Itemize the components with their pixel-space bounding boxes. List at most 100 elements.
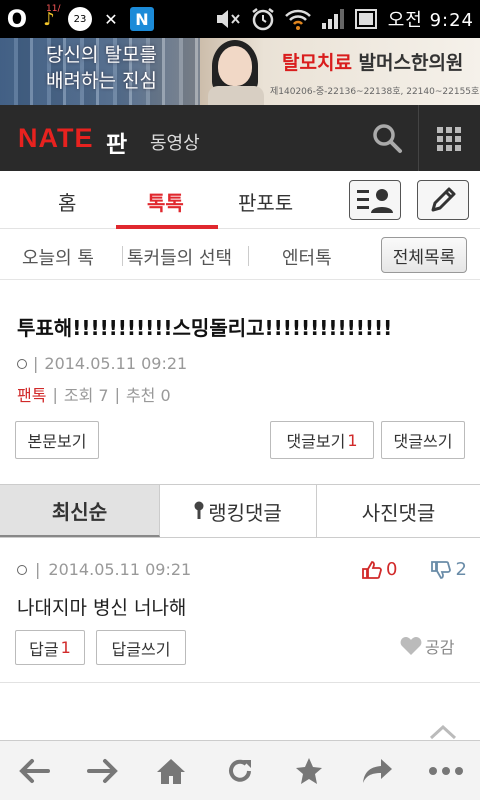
subnav-separator bbox=[122, 246, 123, 266]
post-views: 조회 7 bbox=[63, 386, 109, 405]
empathy-button[interactable]: 공감 bbox=[400, 634, 454, 658]
post-datetime: 2014.05.11 09:21 bbox=[44, 354, 188, 373]
author-circle-icon bbox=[17, 358, 27, 369]
home-icon bbox=[157, 758, 186, 784]
ad-person-image bbox=[200, 40, 270, 105]
back-button[interactable] bbox=[12, 749, 56, 793]
wifi-icon bbox=[284, 9, 311, 30]
my-page-button[interactable] bbox=[349, 180, 401, 220]
view-comments-button[interactable]: 댓글보기 1 bbox=[270, 421, 374, 459]
view-body-button[interactable]: 본문보기 bbox=[15, 421, 99, 459]
pin-icon bbox=[194, 501, 204, 519]
ad-clinic: 발머스한의원 bbox=[351, 52, 464, 74]
note-badge: 11/ bbox=[46, 4, 61, 14]
naver-icon: N bbox=[130, 7, 154, 31]
ad-banner[interactable]: 당신의 탈모를 배려하는 진심 탈모치료 발머스한의원 제140206-중-22… bbox=[0, 38, 480, 105]
subnav-enter-talk[interactable]: 엔터톡 bbox=[282, 244, 332, 270]
share-button[interactable] bbox=[355, 749, 399, 793]
bookmark-star-icon bbox=[295, 757, 322, 784]
commenter-circle-icon bbox=[17, 564, 27, 575]
comment-votes: 0 2 bbox=[362, 559, 467, 580]
post-title: 투표해!!!!!!!!!!!스밍돌리고!!!!!!!!!!!!!! bbox=[17, 316, 393, 340]
pencil-icon bbox=[431, 187, 456, 212]
reply-count: 1 bbox=[60, 638, 71, 657]
write-post-button[interactable] bbox=[417, 180, 469, 220]
nate-logo[interactable]: NATE bbox=[18, 123, 94, 154]
ad-hair-treatment: 탈모치료 bbox=[282, 52, 352, 74]
refresh-icon bbox=[229, 759, 251, 782]
scroll-top-icon[interactable] bbox=[428, 724, 458, 740]
active-tab-indicator bbox=[116, 225, 218, 229]
meta-separator: | bbox=[52, 384, 58, 404]
ad-license-number: 제140206-중-22136~22138호, 22140~22155호 bbox=[270, 87, 480, 97]
pan-section-link[interactable]: 판 bbox=[106, 125, 127, 159]
reply-label: 답글 bbox=[29, 639, 59, 659]
dislike-count: 2 bbox=[455, 559, 467, 580]
ad-line2: 배려하는 진심 bbox=[46, 70, 157, 92]
site-header: NATE 판 동영상 bbox=[0, 105, 480, 171]
ranking-label: 랭킹댓글 bbox=[208, 500, 282, 525]
ad-clinic-name: 탈모치료 발머스한의원 bbox=[282, 48, 463, 75]
video-link[interactable]: 동영상 bbox=[150, 129, 200, 155]
ad-line1: 당신의 탈모를 bbox=[46, 44, 157, 66]
tab-toktok[interactable]: 톡톡 bbox=[147, 187, 184, 216]
post-stats: 팬톡 | 조회 7 | 추천 0 bbox=[17, 382, 171, 406]
tab-home[interactable]: 홈 bbox=[58, 187, 76, 216]
comment-meta: | 2014.05.11 09:21 bbox=[17, 560, 191, 579]
back-arrow-icon bbox=[19, 758, 51, 783]
post-meta: | 2014.05.11 09:21 bbox=[17, 354, 187, 373]
mute-icon bbox=[216, 10, 240, 28]
view-comments-label: 댓글보기 bbox=[286, 432, 346, 451]
thumbs-down-icon bbox=[431, 560, 452, 579]
tab-panphoto[interactable]: 판포토 bbox=[238, 187, 293, 216]
comment-text: 나대지마 병신 너나해 bbox=[17, 597, 187, 619]
meta-separator: | bbox=[35, 560, 41, 579]
forward-arrow-icon bbox=[86, 758, 118, 783]
o-app-icon: O bbox=[6, 5, 28, 33]
comment-sort-tabs: 최신순 랭킹댓글 사진댓글 bbox=[0, 484, 480, 538]
more-button[interactable] bbox=[424, 749, 468, 793]
alarm-icon bbox=[251, 8, 274, 31]
subnav-separator bbox=[248, 246, 249, 266]
battery-icon bbox=[354, 9, 377, 29]
write-reply-button[interactable]: 답글쓰기 bbox=[96, 630, 186, 665]
empathy-label: 공감 bbox=[425, 638, 455, 657]
main-tabs: 홈 톡톡 판포토 bbox=[0, 171, 480, 229]
reply-button[interactable]: 답글 1 bbox=[15, 630, 85, 665]
meta-separator: | bbox=[33, 354, 39, 373]
home-button[interactable] bbox=[149, 749, 193, 793]
share-icon bbox=[363, 758, 393, 783]
search-icon[interactable] bbox=[370, 121, 404, 155]
forward-button[interactable] bbox=[81, 749, 125, 793]
dislike-button[interactable]: 2 bbox=[431, 559, 467, 580]
subnav-talkers-choice[interactable]: 톡커들의 선택 bbox=[127, 244, 232, 270]
meta-separator: | bbox=[114, 384, 120, 404]
more-icon bbox=[428, 766, 463, 775]
bookmark-button[interactable] bbox=[287, 749, 331, 793]
header-divider bbox=[418, 105, 419, 171]
post-category[interactable]: 팬톡 bbox=[17, 382, 46, 406]
like-button[interactable]: 0 bbox=[362, 559, 397, 580]
divider bbox=[0, 682, 480, 683]
write-comment-button[interactable]: 댓글쓰기 bbox=[381, 421, 465, 459]
user-list-icon bbox=[357, 189, 393, 213]
sub-navigation: 오늘의 톡 톡커들의 선택 엔터톡 전체목록 bbox=[0, 230, 480, 280]
music-note-icon: ♪ 11/ bbox=[43, 4, 61, 30]
tab-latest[interactable]: 최신순 bbox=[0, 485, 160, 537]
heart-icon bbox=[400, 637, 422, 655]
ad-left-text: 당신의 탈모를 배려하는 진심 bbox=[46, 42, 157, 94]
post-recommend: 추천 0 bbox=[125, 386, 171, 405]
view-all-list-button[interactable]: 전체목록 bbox=[381, 237, 467, 273]
thumbs-up-icon bbox=[362, 560, 382, 579]
clock: 오전 9:24 bbox=[387, 10, 474, 31]
comment-count: 1 bbox=[347, 430, 358, 450]
like-count: 0 bbox=[386, 559, 398, 580]
tab-photo-comments[interactable]: 사진댓글 bbox=[317, 485, 480, 537]
subnav-today-talk[interactable]: 오늘의 톡 bbox=[22, 244, 94, 270]
comment-datetime: 2014.05.11 09:21 bbox=[48, 560, 192, 579]
notification-circle-icon: 23 bbox=[68, 7, 92, 31]
refresh-button[interactable] bbox=[218, 749, 262, 793]
apps-grid-icon[interactable] bbox=[437, 127, 461, 151]
tab-ranking-comments[interactable]: 랭킹댓글 bbox=[160, 485, 317, 537]
signal-icon bbox=[321, 9, 344, 29]
